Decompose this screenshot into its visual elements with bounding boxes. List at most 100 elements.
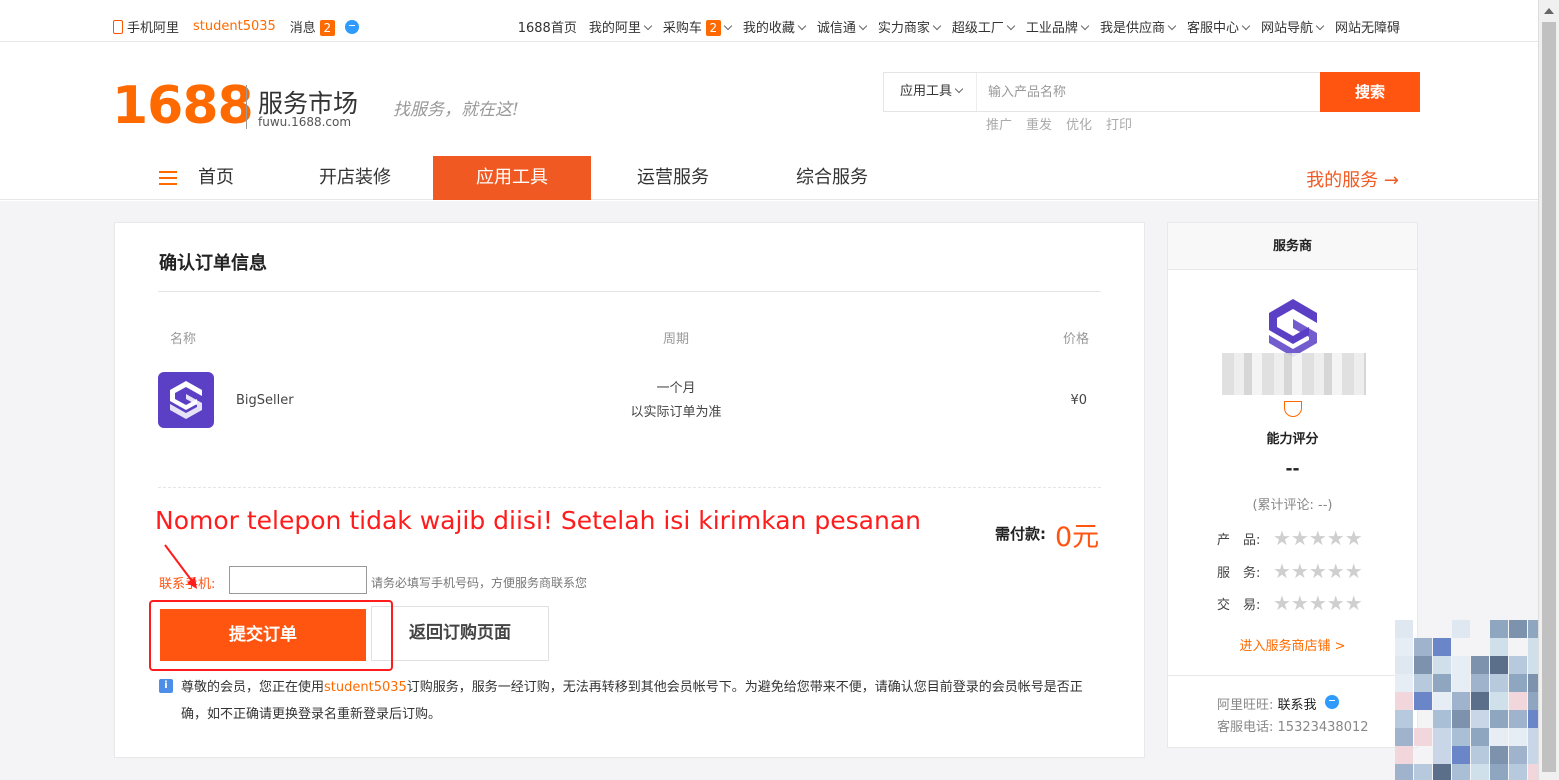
mosaic-block	[1433, 710, 1451, 728]
amount-due-label: 需付款:	[995, 525, 1046, 543]
provider-shop-link[interactable]: 进入服务商店铺 >	[1168, 635, 1417, 654]
product-period: 一个月 以实际订单为准	[595, 377, 757, 425]
top-link-supplier[interactable]: 我是供应商	[1100, 17, 1177, 36]
username-link[interactable]: student5035	[193, 19, 276, 34]
mosaic-block	[1452, 710, 1470, 728]
logo-divider	[246, 85, 247, 129]
mosaic-block	[1395, 710, 1413, 728]
mosaic-block	[1509, 746, 1527, 764]
top-link-service-center[interactable]: 客服中心	[1186, 17, 1251, 36]
top-link-service-center-label: 客服中心	[1186, 21, 1239, 36]
nav-operation-services[interactable]: 运营服务	[614, 156, 732, 200]
scrollbar-thumb[interactable]	[1542, 22, 1556, 772]
vertical-scrollbar[interactable]	[1538, 0, 1559, 780]
top-link-industrial-brand[interactable]: 工业品牌	[1025, 17, 1090, 36]
back-to-order-button[interactable]: 返回订购页面	[371, 606, 549, 661]
mosaic-block	[1414, 764, 1432, 780]
search-button[interactable]: 搜索	[1320, 72, 1420, 112]
info-icon: i	[159, 679, 173, 693]
mosaic-block	[1509, 620, 1527, 638]
top-link-site-nav[interactable]: 网站导航	[1261, 17, 1325, 36]
top-link-industrial-brand-label: 工业品牌	[1025, 21, 1078, 36]
mosaic-block	[1452, 746, 1470, 764]
mosaic-block	[1452, 764, 1470, 780]
col-header-price: 价格	[1062, 332, 1089, 347]
mobile-phone-icon	[113, 19, 123, 34]
mosaic-block	[1490, 764, 1508, 780]
wangwang-icon[interactable]	[344, 19, 359, 34]
mosaic-block	[1490, 620, 1508, 638]
top-link-super-factory[interactable]: 超级工厂	[952, 17, 1016, 36]
messages-label: 消息	[289, 21, 316, 36]
contact-me-link[interactable]: 联系我	[1278, 698, 1317, 713]
nav-home[interactable]: 首页	[186, 156, 246, 200]
mosaic-block	[1414, 692, 1432, 710]
mosaic-block	[1395, 692, 1413, 710]
notice-username: student5035	[324, 680, 407, 695]
top-link-chengxintong-label: 诚信通	[816, 21, 856, 36]
phone-input[interactable]	[229, 566, 367, 594]
top-link-chengxintong[interactable]: 诚信通	[816, 17, 868, 36]
period-line: 一个月	[656, 381, 696, 396]
hot-word[interactable]: 优化	[1066, 114, 1092, 133]
top-link-home[interactable]: 1688首页	[518, 17, 577, 36]
hot-word[interactable]: 推广	[986, 114, 1012, 133]
chevron-down-icon	[932, 21, 942, 31]
top-link-my-ali[interactable]: 我的阿里	[589, 17, 653, 36]
provider-header: 服务商	[1168, 223, 1417, 270]
period-note: 以实际订单为准	[630, 405, 722, 420]
rating-label: 交 易:	[1217, 597, 1261, 613]
mosaic-block	[1471, 746, 1489, 764]
mosaic-block	[1471, 728, 1489, 746]
annotation-text: Nomor telepon tidak wajib diisi! Setelah…	[155, 506, 921, 535]
dashed-divider	[158, 487, 1101, 488]
mosaic-block	[1509, 728, 1527, 746]
logo-1688[interactable]: 1688	[112, 78, 254, 134]
mosaic-block	[1433, 692, 1451, 710]
rating-row-transaction: 交 易: ★★★★★	[1217, 591, 1363, 615]
tel-value: 15323438012	[1277, 720, 1369, 735]
top-link-strong-merchant[interactable]: 实力商家	[878, 17, 942, 36]
hot-word[interactable]: 打印	[1106, 114, 1132, 133]
provider-name-blurred	[1222, 353, 1366, 395]
mosaic-block	[1452, 656, 1470, 674]
submit-order-button[interactable]: 提交订单	[160, 609, 366, 661]
messages-count-badge: 2	[319, 20, 335, 36]
search-input[interactable]	[978, 73, 1322, 111]
mosaic-block	[1509, 692, 1527, 710]
mosaic-block	[1490, 638, 1508, 656]
nav-shop-decoration[interactable]: 开店装修	[296, 156, 414, 200]
search-category-select[interactable]: 应用工具	[884, 73, 977, 111]
chevron-down-icon	[1167, 21, 1177, 31]
main-nav: 首页 开店装修 应用工具 运营服务 综合服务 我的服务 →	[0, 156, 1538, 200]
menu-icon[interactable]	[159, 171, 177, 185]
chevron-down-icon	[954, 84, 964, 94]
hot-word[interactable]: 重发	[1026, 114, 1052, 133]
scroll-up-icon[interactable]	[1544, 8, 1554, 14]
top-link-favorites[interactable]: 我的收藏	[743, 17, 807, 36]
chevron-down-icon	[1315, 21, 1325, 31]
tel-label: 客服电话:	[1217, 720, 1274, 735]
messages-link[interactable]: 消息 2	[290, 17, 335, 36]
mobile-ali-link[interactable]: 手机阿里	[127, 17, 179, 36]
mosaic-block	[1509, 674, 1527, 692]
nav-app-tools[interactable]: 应用工具	[433, 156, 591, 200]
divider	[158, 291, 1101, 292]
top-link-accessibility[interactable]: 网站无障碍	[1335, 17, 1400, 36]
chevron-down-icon	[1080, 21, 1090, 31]
mosaic-block	[1452, 728, 1470, 746]
mosaic-block	[1509, 710, 1527, 728]
nav-general-services[interactable]: 综合服务	[773, 156, 891, 200]
order-card: 确认订单信息 名称 周期 价格 BigSeller 一个月 以实际订单为准 ¥0…	[114, 222, 1145, 758]
top-link-cart[interactable]: 采购车 2	[663, 17, 733, 36]
rating-row-service: 服 务: ★★★★★	[1217, 559, 1363, 583]
divider	[1168, 675, 1417, 676]
mosaic-block	[1395, 728, 1413, 746]
top-bar-links: 1688首页 我的阿里 采购车 2 我的收藏 诚信通 实力商家 超级工厂 工业品牌…	[518, 17, 1400, 36]
product-name: BigSeller	[236, 393, 294, 408]
wangwang-icon[interactable]	[1324, 695, 1339, 709]
order-title: 确认订单信息	[159, 253, 267, 274]
mosaic-block	[1490, 746, 1508, 764]
mosaic-block	[1433, 746, 1451, 764]
my-service-link[interactable]: 我的服务 →	[1306, 166, 1399, 192]
